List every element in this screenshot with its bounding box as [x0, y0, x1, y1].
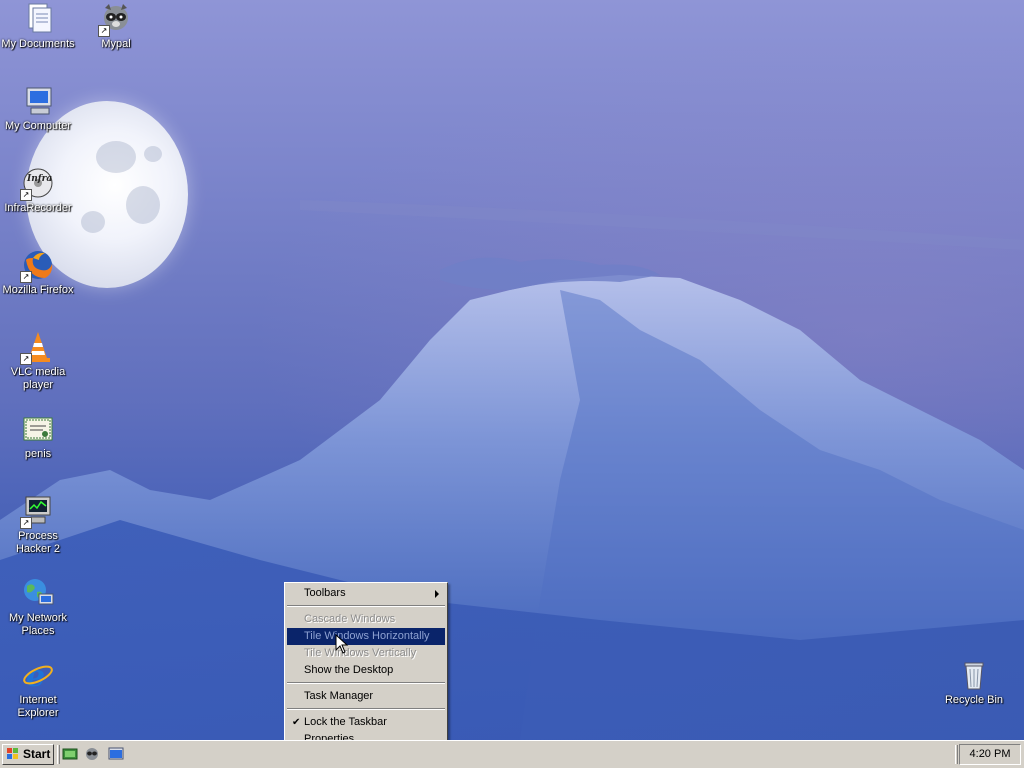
desktop-icon-recycle-bin[interactable]: Recycle Bin: [936, 658, 1012, 707]
certificate-icon: [21, 412, 55, 446]
menu-item-tile-horizontally[interactable]: Tile Windows Horizontally: [287, 628, 445, 645]
desktop-icon-my-documents[interactable]: My Documents: [0, 2, 76, 51]
menu-item-label: Tile Windows Horizontally: [304, 630, 430, 642]
firefox-icon: ↗: [20, 248, 55, 283]
system-tray-clock[interactable]: 4:20 PM: [959, 744, 1021, 765]
network-globe-icon: [21, 576, 55, 610]
desktop-icon-label: My Documents: [1, 38, 75, 50]
show-desktop-icon[interactable]: [62, 746, 78, 762]
documents-icon: [21, 2, 55, 36]
menu-separator: [287, 682, 445, 684]
shortcut-arrow-icon: ↗: [20, 189, 32, 201]
desktop-icon-label: penis: [24, 448, 52, 460]
menu-item-toolbars[interactable]: Toolbars: [287, 585, 445, 602]
shortcut-arrow-icon: ↗: [20, 517, 32, 529]
desktop-icon-label: VLC media player: [10, 366, 66, 391]
desktop-icon-my-computer[interactable]: My Computer: [0, 84, 76, 133]
mypal-icon[interactable]: [84, 746, 100, 762]
menu-item-task-manager[interactable]: Task Manager: [287, 688, 445, 705]
computer-icon: [21, 84, 55, 118]
desktop[interactable]: My Documents ↗ Mypal My Computer Infra ↗…: [0, 0, 1024, 740]
start-label: Start: [23, 747, 51, 761]
taskbar-context-menu: Toolbars Cascade Windows Tile Windows Ho…: [284, 582, 448, 750]
svg-text:e: e: [26, 659, 45, 692]
desktop-icon-infrarecorder[interactable]: Infra ↗ InfraRecorder: [0, 166, 76, 215]
windows-flag-icon: [7, 748, 18, 759]
menu-item-show-desktop[interactable]: Show the Desktop: [287, 662, 445, 679]
desktop-icon-penis[interactable]: penis: [0, 412, 76, 461]
desktop-icon-label: InfraRecorder: [4, 202, 72, 214]
clock-time: 4:20 PM: [969, 748, 1011, 760]
desktop-icon-label: Internet Explorer: [17, 694, 59, 719]
menu-item-tile-vertically[interactable]: Tile Windows Vertically: [287, 645, 445, 662]
desktop-icon-mozilla-firefox[interactable]: ↗ Mozilla Firefox: [0, 248, 76, 297]
menu-separator: [287, 605, 445, 607]
menu-item-label: Tile Windows Vertically: [304, 647, 417, 659]
desktop-window-icon[interactable]: [108, 746, 124, 762]
desktop-icon-label: My Computer: [4, 120, 72, 132]
desktop-icon-process-hacker[interactable]: ↗ Process Hacker 2: [0, 494, 76, 556]
tray-grip: [955, 745, 958, 764]
process-hacker-icon: ↗: [20, 494, 55, 529]
menu-item-label: Show the Desktop: [304, 664, 394, 676]
taskbar-grip[interactable]: [57, 745, 60, 764]
mountain-wallpaper: [0, 200, 1024, 740]
start-button[interactable]: Start: [2, 744, 54, 765]
desktop-icon-vlc-media-player[interactable]: ↗ VLC media player: [0, 330, 76, 392]
desktop-icon-label: Recycle Bin: [944, 694, 1004, 706]
infrarecorder-icon: Infra ↗: [20, 166, 55, 201]
taskbar[interactable]: Start 4:20 PM: [0, 740, 1024, 768]
menu-item-label: Task Manager: [304, 690, 374, 702]
desktop-icon-label: Process Hacker 2: [15, 530, 61, 555]
recycle-bin-icon: [957, 658, 991, 692]
desktop-icon-label: Mozilla Firefox: [2, 284, 74, 296]
desktop-icon-label: My Network Places: [8, 612, 68, 637]
desktop-icon-mypal[interactable]: ↗ Mypal: [78, 2, 154, 51]
raccoon-icon: ↗: [98, 2, 133, 37]
ie-icon: e: [21, 658, 55, 694]
submenu-arrow-icon: [435, 590, 439, 598]
menu-item-label: Cascade Windows: [304, 613, 396, 625]
desktop-icon-my-network-places[interactable]: My Network Places: [0, 576, 76, 638]
shortcut-arrow-icon: ↗: [20, 353, 32, 365]
vlc-cone-icon: ↗: [20, 330, 55, 365]
menu-item-lock-taskbar[interactable]: ✔ Lock the Taskbar: [287, 714, 445, 731]
mouse-cursor-icon: [335, 634, 349, 654]
shortcut-arrow-icon: ↗: [98, 25, 110, 37]
desktop-icon-label: Mypal: [101, 38, 131, 50]
menu-separator: [287, 708, 445, 710]
menu-item-label: Toolbars: [304, 587, 346, 599]
menu-item-cascade-windows[interactable]: Cascade Windows: [287, 611, 445, 628]
menu-item-label: Lock the Taskbar: [304, 716, 387, 728]
shortcut-arrow-icon: ↗: [20, 271, 32, 283]
desktop-icon-internet-explorer[interactable]: e Internet Explorer: [0, 658, 76, 720]
checkmark-icon: ✔: [292, 717, 301, 728]
svg-text:Infra: Infra: [26, 174, 52, 184]
